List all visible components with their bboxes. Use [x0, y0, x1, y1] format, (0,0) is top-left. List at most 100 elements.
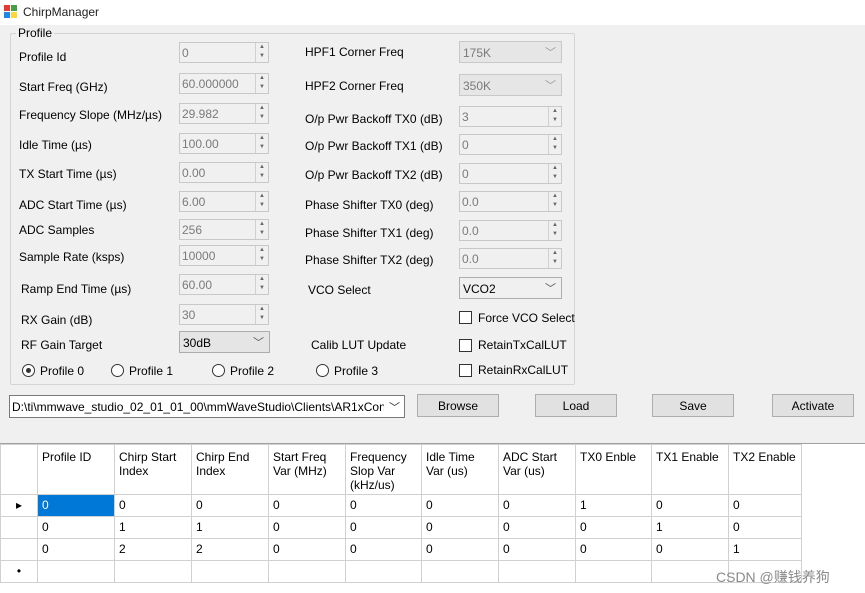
profile-1-radio[interactable]	[111, 364, 124, 377]
load-button[interactable]: Load	[535, 394, 617, 417]
spin-buttons[interactable]: ▲ ▼	[255, 275, 268, 294]
spin-down-icon[interactable]: ▼	[256, 52, 268, 61]
spin-down-icon[interactable]: ▼	[549, 116, 561, 125]
profile-0-label[interactable]: Profile 0	[40, 364, 84, 378]
spin-buttons[interactable]: ▲ ▼	[548, 107, 561, 126]
chevron-down-icon[interactable]: ﹀	[545, 44, 556, 60]
table-cell[interactable]: 0	[421, 516, 499, 539]
table-cell[interactable]: 0	[268, 516, 346, 539]
spin-down-icon[interactable]: ▼	[549, 230, 561, 239]
spin-buttons[interactable]: ▲ ▼	[255, 192, 268, 211]
spin-buttons[interactable]: ▲ ▼	[548, 249, 561, 268]
rf-gain-target-select[interactable]: 30dB ﹀	[179, 331, 270, 353]
spin-up-icon[interactable]: ▲	[549, 192, 561, 201]
spin-up-icon[interactable]: ▲	[256, 43, 268, 52]
backoff-tx2-spinbox[interactable]: 0 ▲ ▼	[459, 163, 562, 184]
table-cell[interactable]: 0	[421, 494, 499, 517]
rx-gain-spinbox[interactable]: 30 ▲ ▼	[179, 304, 269, 325]
spin-buttons[interactable]: ▲ ▼	[548, 192, 561, 211]
spin-down-icon[interactable]: ▼	[256, 201, 268, 210]
spin-down-icon[interactable]: ▼	[549, 201, 561, 210]
spin-up-icon[interactable]: ▲	[256, 134, 268, 143]
spin-up-icon[interactable]: ▲	[256, 305, 268, 314]
column-header[interactable]: Chirp Start Index	[114, 444, 192, 495]
table-cell[interactable]: 0	[345, 538, 422, 561]
vco-select[interactable]: VCO2 ﹀	[459, 277, 562, 299]
table-cell[interactable]	[191, 560, 269, 583]
column-header[interactable]: Chirp End Index	[191, 444, 269, 495]
spin-down-icon[interactable]: ▼	[256, 113, 268, 122]
spin-down-icon[interactable]: ▼	[256, 284, 268, 293]
table-cell[interactable]: 0	[345, 516, 422, 539]
column-header[interactable]: TX0 Enble	[575, 444, 652, 495]
table-cell[interactable]: 0	[37, 538, 115, 561]
table-row[interactable]: 0 1 1 0 0 0 0 0 1 0	[0, 516, 802, 539]
hpf1-select[interactable]: 175K ﹀	[459, 41, 562, 63]
spin-down-icon[interactable]: ▼	[256, 255, 268, 264]
tx-start-time-spinbox[interactable]: 0.00 ▲ ▼	[179, 162, 269, 183]
table-cell[interactable]: 0	[191, 494, 269, 517]
spin-down-icon[interactable]: ▼	[256, 83, 268, 92]
spin-up-icon[interactable]: ▲	[256, 104, 268, 113]
column-header[interactable]: TX2 Enable	[728, 444, 802, 495]
spin-up-icon[interactable]: ▲	[549, 135, 561, 144]
phase-shifter-tx2-spinbox[interactable]: 0.0 ▲ ▼	[459, 248, 562, 269]
new-row-indicator-icon[interactable]: •	[0, 560, 38, 583]
start-freq-spinbox[interactable]: 60.000000 ▲ ▼	[179, 73, 269, 94]
retain-tx-cal-label[interactable]: RetainTxCalLUT	[478, 338, 567, 352]
table-cell[interactable]: 0	[575, 538, 652, 561]
column-header[interactable]: Frequency Slop Var (kHz/us)	[345, 444, 422, 495]
table-cell[interactable]: 0	[37, 494, 115, 517]
table-cell[interactable]	[268, 560, 346, 583]
retain-rx-cal-checkbox[interactable]	[459, 364, 472, 377]
profile-2-radio[interactable]	[212, 364, 225, 377]
spin-up-icon[interactable]: ▲	[549, 164, 561, 173]
row-header[interactable]	[0, 516, 38, 539]
table-new-row[interactable]: •	[0, 560, 802, 583]
table-cell[interactable]	[498, 560, 576, 583]
phase-shifter-tx0-spinbox[interactable]: 0.0 ▲ ▼	[459, 191, 562, 212]
table-row[interactable]: 0 2 2 0 0 0 0 0 0 1	[0, 538, 802, 561]
profile-1-label[interactable]: Profile 1	[129, 364, 173, 378]
spin-buttons[interactable]: ▲ ▼	[255, 246, 268, 265]
table-cell[interactable]	[37, 560, 115, 583]
freq-slope-spinbox[interactable]: 29.982 ▲ ▼	[179, 103, 269, 124]
backoff-tx0-spinbox[interactable]: 3 ▲ ▼	[459, 106, 562, 127]
column-header[interactable]: Profile ID	[37, 444, 115, 495]
spin-down-icon[interactable]: ▼	[549, 144, 561, 153]
spin-buttons[interactable]: ▲ ▼	[548, 221, 561, 240]
column-header[interactable]: ADC Start Var (us)	[498, 444, 576, 495]
table-row[interactable]: ▸ 0 0 0 0 0 0 0 1 0 0	[0, 494, 802, 517]
row-indicator-icon[interactable]: ▸	[0, 494, 38, 517]
table-cell[interactable]: 2	[114, 538, 192, 561]
spin-down-icon[interactable]: ▼	[256, 143, 268, 152]
spin-buttons[interactable]: ▲ ▼	[255, 104, 268, 123]
file-path-combobox[interactable]: D:\ti\mmwave_studio_02_01_01_00\mmWaveSt…	[9, 395, 405, 418]
sample-rate-spinbox[interactable]: 10000 ▲ ▼	[179, 245, 269, 266]
adc-start-time-spinbox[interactable]: 6.00 ▲ ▼	[179, 191, 269, 212]
table-cell[interactable]: 0	[345, 494, 422, 517]
spin-buttons[interactable]: ▲ ▼	[548, 164, 561, 183]
spin-down-icon[interactable]: ▼	[256, 229, 268, 238]
spin-up-icon[interactable]: ▲	[256, 74, 268, 83]
chevron-down-icon[interactable]: ﹀	[545, 77, 556, 93]
table-cell[interactable]	[421, 560, 499, 583]
chevron-down-icon[interactable]: ﹀	[253, 334, 264, 350]
spin-buttons[interactable]: ▲ ▼	[255, 163, 268, 182]
table-cell[interactable]	[345, 560, 422, 583]
phase-shifter-tx1-spinbox[interactable]: 0.0 ▲ ▼	[459, 220, 562, 241]
table-cell[interactable]: 0	[37, 516, 115, 539]
spin-buttons[interactable]: ▲ ▼	[255, 43, 268, 62]
hpf2-select[interactable]: 350K ﹀	[459, 74, 562, 96]
table-cell[interactable]: 0	[498, 516, 576, 539]
spin-up-icon[interactable]: ▲	[549, 249, 561, 258]
retain-tx-cal-checkbox[interactable]	[459, 339, 472, 352]
save-button[interactable]: Save	[652, 394, 734, 417]
spin-buttons[interactable]: ▲ ▼	[255, 305, 268, 324]
table-cell[interactable]	[575, 560, 652, 583]
spin-down-icon[interactable]: ▼	[549, 173, 561, 182]
column-header[interactable]: Idle Time Var (us)	[421, 444, 499, 495]
spin-up-icon[interactable]: ▲	[256, 246, 268, 255]
chevron-down-icon[interactable]: ﹀	[389, 399, 400, 415]
table-cell[interactable]: 1	[651, 516, 729, 539]
